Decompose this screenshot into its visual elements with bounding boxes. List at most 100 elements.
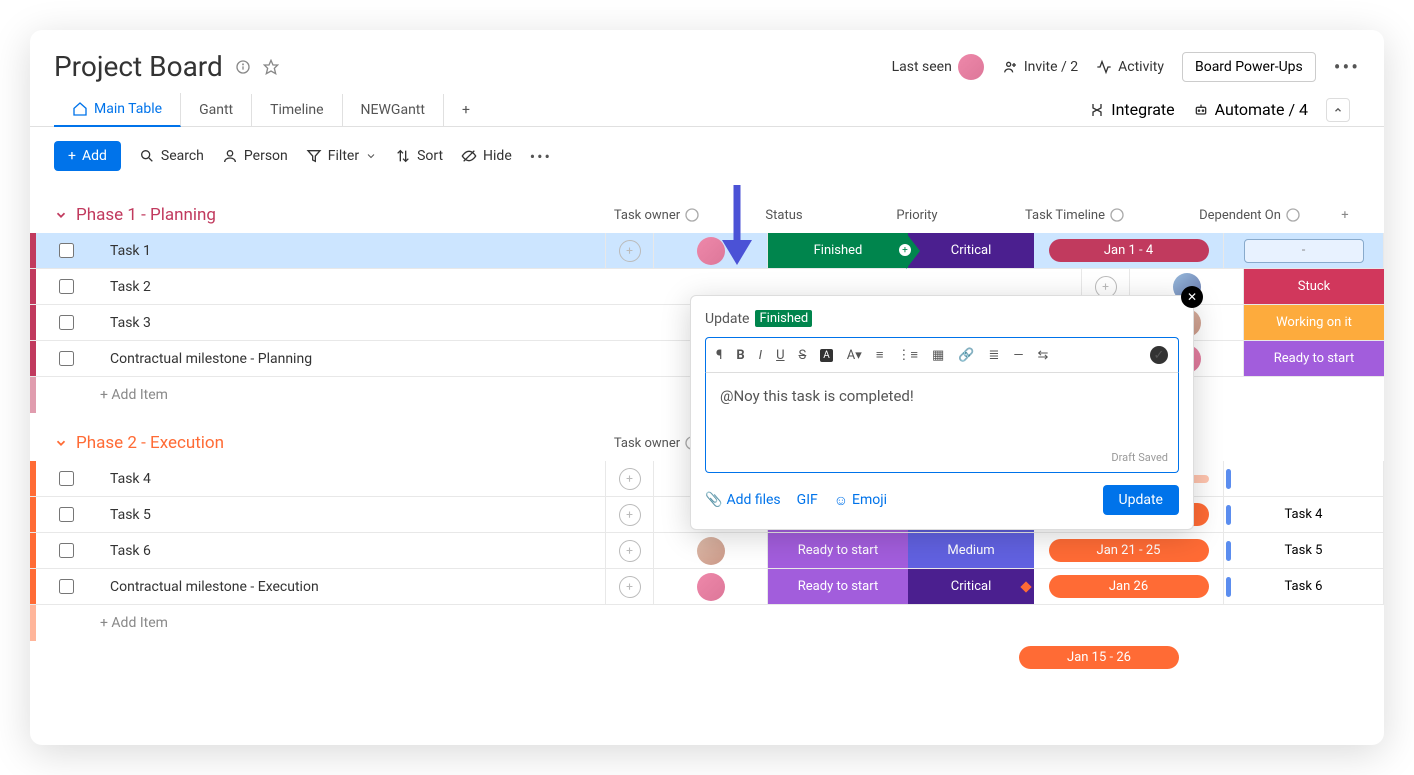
underline-icon[interactable]: U	[776, 348, 784, 363]
row-checkbox[interactable]	[36, 543, 96, 558]
emoji-button[interactable]: ☺Emoji	[834, 492, 887, 509]
col-timeline[interactable]: Task Timeline	[980, 207, 1170, 223]
collapse-toggle[interactable]	[1326, 98, 1350, 122]
table-icon[interactable]: ▦	[932, 348, 944, 363]
gif-button[interactable]: GIF	[797, 492, 818, 509]
timeline-cell[interactable]: Jan 1 - 4	[1034, 233, 1224, 268]
star-icon[interactable]	[263, 59, 279, 75]
task-name[interactable]: Task 1	[96, 233, 606, 268]
tab-timeline[interactable]: Timeline	[252, 94, 342, 126]
sort-button[interactable]: Sort	[395, 148, 443, 164]
hide-button[interactable]: Hide	[461, 148, 512, 164]
plus-icon: +	[68, 148, 76, 164]
dependent-cell[interactable]	[1224, 461, 1384, 496]
dependent-cell[interactable]: Task 5	[1224, 533, 1384, 568]
priority-cell[interactable]: Critical	[908, 233, 1034, 268]
plus-icon: +	[899, 244, 911, 256]
add-item-button[interactable]: + Add Item	[30, 605, 1384, 641]
status-cell[interactable]: Ready to start	[768, 533, 908, 568]
add-column-button[interactable]: +	[1330, 207, 1360, 223]
task-name[interactable]: Task 4	[96, 461, 606, 496]
chevron-down-icon	[54, 208, 68, 222]
row-checkbox[interactable]	[36, 243, 96, 258]
last-seen[interactable]: Last seen	[892, 54, 984, 80]
filter-button[interactable]: Filter	[306, 148, 377, 164]
dependent-cell[interactable]: Task 4	[1224, 497, 1384, 532]
col-priority[interactable]: Priority	[854, 207, 980, 223]
owner-avatar[interactable]	[697, 573, 725, 601]
more-menu-icon[interactable]: •••	[1334, 55, 1360, 79]
powerups-button[interactable]: Board Power-Ups	[1182, 52, 1316, 82]
col-dependent[interactable]: Dependent On	[1170, 207, 1330, 223]
hr-icon[interactable]: —	[1013, 348, 1023, 363]
tab-main-table[interactable]: Main Table	[54, 93, 181, 127]
conversation-icon[interactable]	[619, 540, 641, 562]
paragraph-icon[interactable]: ¶	[716, 348, 722, 363]
task-name[interactable]: Task 6	[96, 533, 606, 568]
group-title[interactable]: Phase 1 - Planning	[54, 205, 216, 225]
person-filter-button[interactable]: Person	[222, 148, 288, 164]
update-header: Update Finished	[705, 310, 1179, 327]
task-name[interactable]: Contractual milestone - Execution	[96, 569, 606, 604]
view-tabs: Main Table Gantt Timeline NEWGantt + Int…	[30, 93, 1384, 127]
invite-button[interactable]: Invite / 2	[1002, 59, 1078, 75]
col-owner[interactable]: Task owner	[600, 207, 714, 223]
priority-cell[interactable]: Critical	[908, 569, 1034, 604]
editor-body[interactable]: @Noy this task is completed! Draft Saved	[705, 373, 1179, 473]
status-cell[interactable]: Ready to start	[768, 569, 908, 604]
toolbar-more-icon[interactable]: •••	[530, 147, 552, 166]
row-checkbox[interactable]	[36, 315, 96, 330]
task-name[interactable]: Task 5	[96, 497, 606, 532]
status-cell[interactable]: Working on it	[1244, 305, 1384, 340]
font-size-icon[interactable]: A▾	[847, 348, 862, 363]
timeline-cell[interactable]: Jan 21 - 25	[1034, 533, 1224, 568]
person-plus-icon	[1002, 59, 1018, 75]
clear-format-icon[interactable]: ⇆	[1038, 348, 1049, 363]
italic-icon[interactable]: I	[759, 348, 762, 363]
row-checkbox[interactable]	[36, 351, 96, 366]
integrate-button[interactable]: Integrate	[1089, 100, 1174, 119]
info-icon[interactable]	[235, 59, 251, 75]
status-cell[interactable]: Ready to start	[1244, 341, 1384, 376]
checklist-icon[interactable]: ✓	[1150, 346, 1168, 364]
row-checkbox[interactable]	[36, 507, 96, 522]
conversation-icon[interactable]	[619, 468, 641, 490]
search-button[interactable]: Search	[139, 148, 204, 164]
list-ol-icon[interactable]: ⋮≡	[897, 347, 918, 363]
add-button[interactable]: +Add	[54, 141, 121, 171]
add-files-button[interactable]: 📎Add files	[705, 492, 781, 509]
align-icon[interactable]: ≣	[988, 348, 999, 363]
row-checkbox[interactable]	[36, 471, 96, 486]
color-icon[interactable]: A	[820, 349, 833, 362]
status-cell[interactable]: Finished+	[768, 233, 908, 268]
timeline-cell[interactable]: Jan 26	[1034, 569, 1224, 604]
status-cell[interactable]: Stuck	[1244, 269, 1384, 304]
row-checkbox[interactable]	[36, 279, 96, 294]
add-view-button[interactable]: +	[444, 94, 488, 126]
update-button[interactable]: Update	[1103, 485, 1179, 515]
table-row[interactable]: Task 1 Finished+ Critical Jan 1 - 4 -	[30, 233, 1384, 269]
tab-gantt[interactable]: Gantt	[181, 94, 252, 126]
info-icon	[1285, 207, 1301, 223]
automate-button[interactable]: Automate / 4	[1193, 100, 1308, 119]
filter-icon	[306, 148, 322, 164]
bold-icon[interactable]: B	[736, 348, 744, 363]
conversation-icon[interactable]	[619, 576, 641, 598]
dependent-cell[interactable]: Task 6	[1224, 569, 1384, 604]
table-row[interactable]: Task 6 Ready to start Medium Jan 21 - 25…	[30, 533, 1384, 569]
table-row[interactable]: Contractual milestone - Execution Ready …	[30, 569, 1384, 605]
close-button[interactable]: ✕	[1181, 286, 1203, 308]
conversation-icon[interactable]	[619, 240, 641, 262]
person-icon	[222, 148, 238, 164]
activity-button[interactable]: Activity	[1096, 59, 1164, 75]
link-icon[interactable]: 🔗	[958, 348, 974, 363]
list-ul-icon[interactable]: ≡	[876, 347, 884, 363]
tab-newgantt[interactable]: NEWGantt	[343, 94, 444, 126]
priority-cell[interactable]: Medium	[908, 533, 1034, 568]
conversation-icon[interactable]	[619, 504, 641, 526]
strike-icon[interactable]: S	[799, 348, 807, 363]
dependent-cell[interactable]: -	[1224, 233, 1384, 268]
group-title[interactable]: Phase 2 - Execution	[54, 433, 224, 453]
row-checkbox[interactable]	[36, 579, 96, 594]
owner-avatar[interactable]	[697, 537, 725, 565]
